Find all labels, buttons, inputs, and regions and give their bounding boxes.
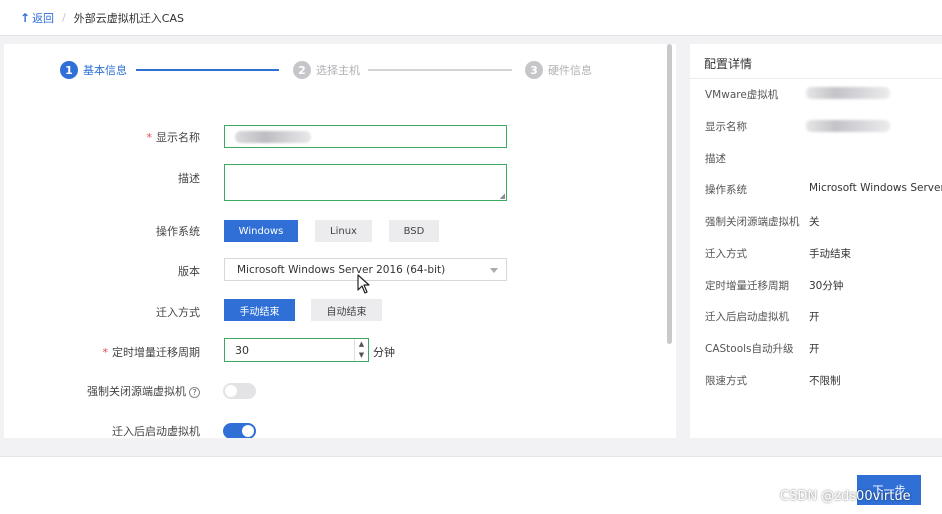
- os-option-windows[interactable]: Windows: [224, 220, 298, 242]
- migrate-mode-auto[interactable]: 自动结束: [311, 299, 382, 321]
- step-hardware-info: 3 硬件信息: [525, 61, 592, 79]
- description-textarea[interactable]: ◢: [224, 164, 507, 201]
- os-label: 操作系统: [156, 225, 200, 238]
- start-after-label: 迁入后启动虚拟机: [112, 425, 200, 438]
- step-connector: [136, 69, 279, 71]
- migrate-mode-label: 迁入方式: [156, 306, 200, 319]
- help-icon[interactable]: ?: [189, 387, 200, 398]
- detail-value: 开: [809, 311, 820, 323]
- redacted-value: [806, 87, 890, 99]
- mouse-cursor-icon: [357, 274, 370, 294]
- detail-key: 强制关闭源端虚拟机: [705, 216, 800, 228]
- detail-value: 30分钟: [809, 280, 844, 292]
- page-title: 外部云虚拟机迁入CAS: [73, 11, 184, 25]
- period-input[interactable]: 30 ▲ ▼: [224, 338, 369, 362]
- display-name-input[interactable]: [224, 125, 507, 148]
- migrate-mode-manual[interactable]: 手动结束: [224, 299, 295, 321]
- toggle-knob: [225, 385, 237, 397]
- period-value: 30: [235, 343, 249, 357]
- decrement-icon[interactable]: ▼: [355, 350, 368, 361]
- back-button[interactable]: ↑ 返回: [20, 10, 54, 26]
- detail-value: Microsoft Windows Server: [809, 182, 942, 194]
- description-label: 描述: [178, 172, 200, 185]
- detail-key: 描述: [705, 153, 726, 165]
- detail-value: 关: [809, 216, 820, 228]
- required-mark: *: [146, 131, 153, 144]
- detail-key: 迁入方式: [705, 248, 747, 260]
- details-panel: 配置详情 VMware虚拟机 显示名称 描述 操作系统 Microsoft Wi…: [690, 44, 942, 438]
- detail-key: VMware虚拟机: [705, 89, 779, 101]
- step-connector: [368, 69, 512, 71]
- force-shutdown-toggle[interactable]: [223, 383, 256, 399]
- step-number: 1: [60, 61, 78, 79]
- detail-key: 操作系统: [705, 184, 747, 196]
- footer-bar: [0, 456, 942, 514]
- back-arrow-icon: ↑: [20, 10, 31, 25]
- detail-value: 开: [809, 343, 820, 355]
- detail-key: 限速方式: [705, 375, 747, 387]
- detail-key: 显示名称: [705, 121, 747, 133]
- watermark: CSDN @zds00virtue: [780, 489, 911, 504]
- os-option-linux[interactable]: Linux: [315, 220, 372, 242]
- redacted-value: [235, 131, 311, 143]
- top-bar: ↑ 返回 / 外部云虚拟机迁入CAS: [0, 0, 942, 36]
- resize-handle-icon[interactable]: ◢: [500, 192, 505, 200]
- breadcrumb-separator: /: [62, 11, 66, 24]
- step-label: 基本信息: [83, 64, 127, 77]
- detail-key: 定时增量迁移周期: [705, 280, 789, 292]
- details-title: 配置详情: [704, 57, 753, 71]
- step-number: 3: [525, 61, 543, 79]
- redacted-value: [806, 120, 890, 132]
- required-mark: *: [102, 346, 109, 359]
- period-unit: 分钟: [373, 346, 395, 359]
- detail-key: 迁入后启动虚拟机: [705, 311, 789, 323]
- detail-value: 手动结束: [809, 248, 851, 260]
- increment-icon[interactable]: ▲: [355, 339, 368, 350]
- chevron-down-icon: [490, 268, 498, 273]
- force-shutdown-label: 强制关闭源端虚拟机?: [87, 383, 200, 399]
- toggle-knob: [242, 425, 254, 437]
- detail-value: 不限制: [809, 375, 841, 387]
- start-after-toggle[interactable]: [223, 423, 256, 438]
- step-basic-info: 1 基本信息: [60, 61, 127, 79]
- main-panel: 1 基本信息 2 选择主机 3 硬件信息 * 显示名称 描述 ◢ 操作系统 Win…: [4, 44, 676, 438]
- step-number: 2: [293, 61, 311, 79]
- os-option-bsd[interactable]: BSD: [389, 220, 439, 242]
- detail-key: CAStools自动升级: [705, 343, 794, 355]
- step-select-host: 2 选择主机: [293, 61, 360, 79]
- display-name-label: * 显示名称: [146, 131, 201, 144]
- step-label: 硬件信息: [548, 64, 592, 77]
- period-stepper[interactable]: ▲ ▼: [354, 339, 368, 361]
- version-value: Microsoft Windows Server 2016 (64-bit): [237, 263, 446, 276]
- scrollbar[interactable]: [667, 44, 672, 344]
- period-label: * 定时增量迁移周期: [102, 346, 201, 359]
- divider: [690, 78, 942, 79]
- version-label: 版本: [178, 265, 200, 278]
- back-label: 返回: [32, 11, 55, 25]
- step-label: 选择主机: [316, 64, 360, 77]
